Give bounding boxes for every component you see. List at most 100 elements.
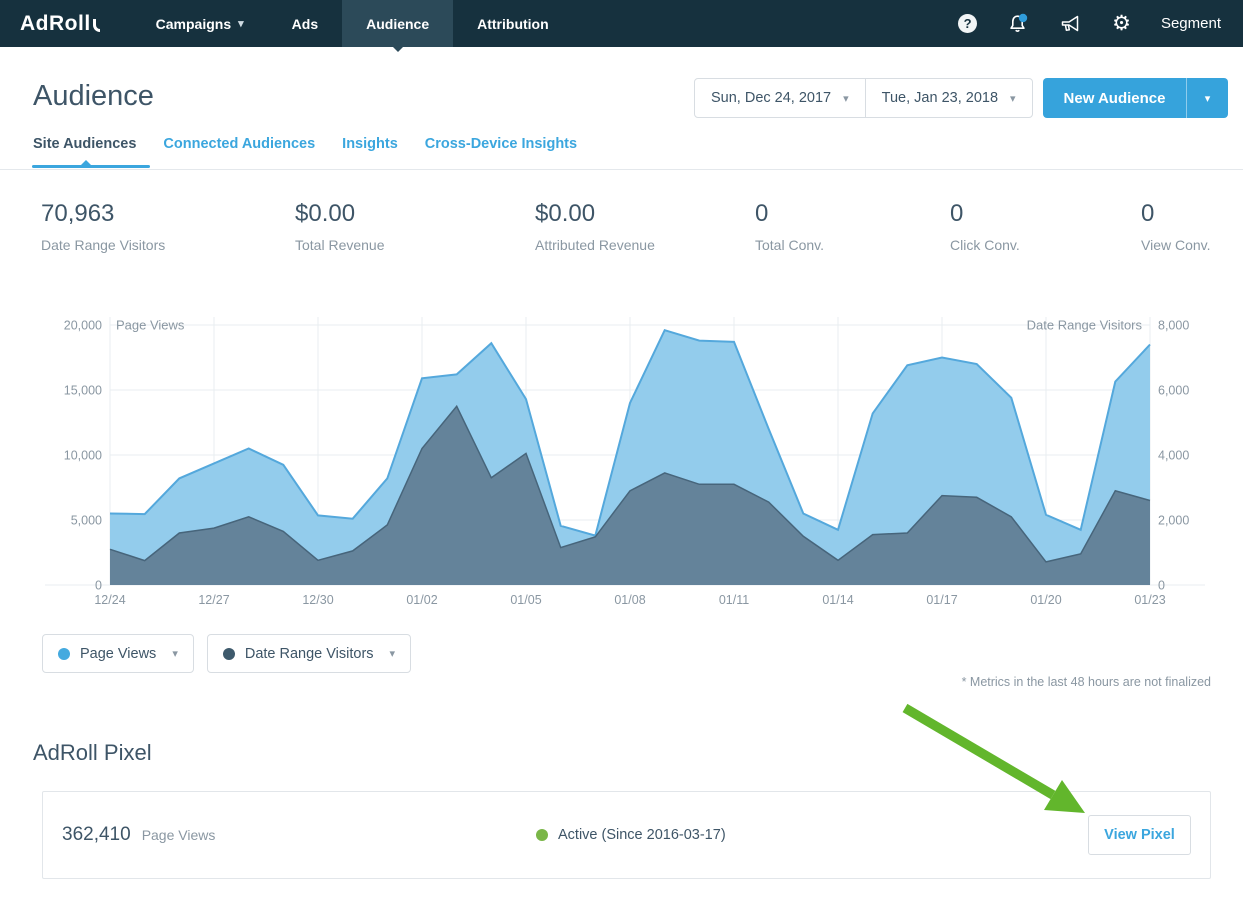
stat-value: 0 (755, 200, 824, 228)
chevron-down-icon: ▾ (1010, 92, 1016, 105)
tab-label: Insights (342, 136, 398, 152)
status-active-dot (536, 829, 548, 841)
x-axis-tick: 01/05 (510, 593, 541, 607)
left-axis-tick: 20,000 (64, 319, 102, 333)
stat-label: Attributed Revenue (535, 237, 655, 253)
legend-dot (58, 648, 70, 660)
right-axis-tick: 6,000 (1158, 384, 1189, 398)
tab-label: Connected Audiences (163, 136, 315, 152)
x-axis-tick: 01/11 (719, 593, 749, 607)
adroll-logo[interactable]: AdRoll (0, 0, 120, 47)
chevron-down-icon: ▾ (390, 647, 396, 660)
stat-label: Total Conv. (755, 237, 824, 253)
legend-label: Page Views (80, 646, 156, 662)
stat-label: Date Range Visitors (41, 237, 165, 253)
nav-item-label: Ads (292, 16, 318, 32)
stat-total-conv-: 0 Total Conv. (755, 200, 824, 253)
chevron-down-icon: ▾ (238, 17, 244, 30)
x-axis-tick: 01/17 (926, 593, 957, 607)
x-axis-tick: 12/27 (198, 593, 229, 607)
stat-value: 70,963 (41, 200, 165, 228)
right-axis-tick: 4,000 (1158, 449, 1189, 463)
account-menu[interactable]: Segment (1161, 15, 1221, 32)
nav-item-attribution[interactable]: Attribution (453, 0, 573, 47)
x-axis-tick: 12/24 (94, 593, 125, 607)
legend-label: Date Range Visitors (245, 646, 374, 662)
tab-site-audiences[interactable]: Site Audiences (33, 136, 136, 168)
nav-item-audience[interactable]: Audience (342, 0, 453, 47)
chevron-down-icon: ▾ (172, 647, 178, 660)
stat-label: Total Revenue (295, 237, 385, 253)
right-axis-tick: 8,000 (1158, 319, 1189, 333)
tab-insights[interactable]: Insights (342, 136, 398, 168)
nav-item-label: Attribution (477, 16, 549, 32)
announcements-megaphone-icon[interactable] (1059, 14, 1082, 34)
stat-view-conv-: 0 View Conv. (1141, 200, 1211, 253)
nav-item-ads[interactable]: Ads (268, 0, 342, 47)
nav-item-label: Campaigns (156, 16, 231, 32)
x-axis-tick: 01/08 (614, 593, 645, 607)
page-title: Audience (33, 80, 154, 113)
stat-label: View Conv. (1141, 237, 1211, 253)
legend-dropdown-date-range-visitors[interactable]: Date Range Visitors ▾ (207, 634, 411, 673)
x-axis-tick: 01/14 (822, 593, 853, 607)
x-axis-tick: 01/02 (406, 593, 437, 607)
adroll-logo-hook-icon (93, 19, 100, 32)
view-pixel-button[interactable]: View Pixel (1088, 815, 1191, 855)
pixel-page-views-label: Page Views (142, 827, 216, 843)
active-tab-notch (80, 160, 92, 166)
stat-value: $0.00 (295, 200, 385, 228)
audience-dashboard-page: AdRoll Campaigns▾AdsAudienceAttribution … (0, 0, 1243, 900)
stat-value: $0.00 (535, 200, 655, 228)
new-audience-dropdown-toggle[interactable]: ▾ (1186, 78, 1228, 118)
date-start-select[interactable]: Sun, Dec 24, 2017 ▾ (694, 78, 866, 118)
left-axis-tick: 10,000 (64, 449, 102, 463)
x-axis-tick: 12/30 (302, 593, 333, 607)
nav-item-campaigns[interactable]: Campaigns ▾ (132, 0, 268, 47)
annotation-arrow-shaft (905, 708, 1053, 795)
tab-cross-device-insights[interactable]: Cross-Device Insights (425, 136, 577, 168)
nav-right: ? ⚙ Segment (958, 0, 1243, 47)
legend-dot (223, 648, 235, 660)
summary-stats: 70,963 Date Range Visitors $0.00 Total Reve… (0, 200, 1243, 260)
new-audience-button[interactable]: New Audience (1043, 78, 1186, 118)
audience-tabs: Site Audiences Connected Audiences Insight… (33, 136, 604, 168)
tabs-divider (0, 169, 1243, 170)
date-end-value: Tue, Jan 23, 2018 (882, 90, 998, 106)
legend-dropdown-page-views[interactable]: Page Views ▾ (42, 634, 194, 673)
chart-legend: Page Views ▾ Date Range Visitors ▾ (42, 634, 411, 673)
nav-items: Campaigns ▾ Ads Audience Attribution (132, 0, 573, 47)
date-end-select[interactable]: Tue, Jan 23, 2018 ▾ (865, 78, 1033, 118)
left-axis-tick: 15,000 (64, 384, 102, 398)
adroll-logo-text: AdRoll (20, 12, 91, 36)
tab-connected-audiences[interactable]: Connected Audiences (163, 136, 315, 168)
stat-total-revenue: $0.00 Total Revenue (295, 200, 385, 253)
stat-value: 0 (1141, 200, 1211, 228)
nav-item-label: Audience (366, 16, 429, 32)
chevron-down-icon: ▾ (843, 92, 849, 105)
right-axis-tick: 2,000 (1158, 514, 1189, 528)
tab-label: Site Audiences (33, 136, 136, 152)
stat-attributed-revenue: $0.00 Attributed Revenue (535, 200, 655, 253)
left-axis-tick: 0 (95, 579, 102, 593)
stat-date-range-visitors: 70,963 Date Range Visitors (41, 200, 165, 253)
date-start-value: Sun, Dec 24, 2017 (711, 90, 831, 106)
pixel-page-views-value: 362,410 (62, 824, 131, 846)
traffic-chart: 05,00010,00015,00020,00002,0004,0006,000… (0, 312, 1243, 612)
date-range-picker: Sun, Dec 24, 2017 ▾ Tue, Jan 23, 2018 ▾ (694, 78, 1033, 118)
right-axis-tick: 0 (1158, 579, 1165, 593)
pixel-card: 362,410 Page Views Active (Since 2016-03… (42, 791, 1211, 879)
help-icon[interactable]: ? (958, 14, 977, 33)
stat-click-conv-: 0Click Conv. (950, 200, 1020, 253)
right-axis-title: Date Range Visitors (1027, 318, 1143, 333)
pixel-section-heading: AdRoll Pixel (33, 740, 152, 766)
stat-value: 0 (950, 200, 1020, 228)
chevron-down-icon: ▾ (1205, 92, 1211, 105)
settings-gear-icon[interactable]: ⚙ (1112, 13, 1131, 34)
notification-badge (1019, 14, 1027, 22)
metrics-footnote: * Metrics in the last 48 hours are not f… (962, 675, 1211, 689)
status-text: Active (Since 2016-03-17) (558, 827, 726, 843)
notifications-bell-icon[interactable] (1007, 13, 1029, 34)
x-axis-tick: 01/20 (1030, 593, 1061, 607)
x-axis-tick: 01/23 (1134, 593, 1165, 607)
